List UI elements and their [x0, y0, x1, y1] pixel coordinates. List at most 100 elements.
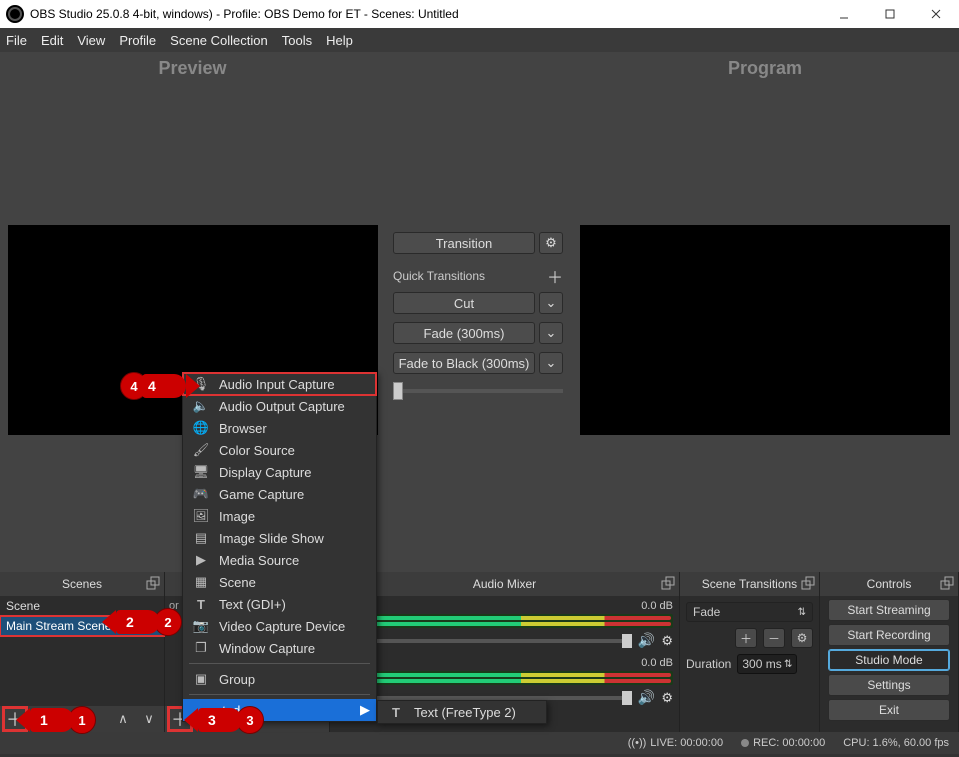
ctx-media-source[interactable]: ▶Media Source	[183, 549, 376, 571]
track-db-0: 0.0 dB	[641, 600, 673, 612]
brush-icon: 🖌	[193, 442, 209, 458]
start-streaming-button[interactable]: Start Streaming	[828, 599, 950, 621]
ctx-image-slide-show[interactable]: ▤Image Slide Show	[183, 527, 376, 549]
mixer-track-0: p Audio0.0 dB 🔊 ⚙	[330, 596, 679, 653]
pop-out-icon[interactable]	[801, 576, 815, 590]
program-pane[interactable]	[580, 225, 950, 435]
level-meter-icon	[338, 673, 671, 677]
studio-mode-button[interactable]: Studio Mode	[828, 649, 950, 671]
remove-transition-button[interactable]: －	[763, 628, 785, 648]
level-meter-icon	[338, 616, 671, 620]
ctx-game-capture[interactable]: 🎮Game Capture	[183, 483, 376, 505]
text-icon: T	[193, 597, 209, 612]
cut-dropdown-button[interactable]: ⌄	[539, 292, 563, 314]
quick-transitions-label: Quick Transitions	[393, 269, 485, 283]
track-db-1: 0.0 dB	[641, 657, 673, 669]
menu-view[interactable]: View	[77, 33, 105, 48]
gear-icon: ⚙	[545, 235, 557, 251]
program-column: Program	[571, 52, 959, 572]
level-meter-icon	[338, 679, 671, 683]
ctx-audio-input-capture[interactable]: 🎙Audio Input Capture	[183, 373, 376, 395]
window-title: OBS Studio 25.0.8 4-bit, windows) - Prof…	[30, 7, 459, 21]
titlebar: OBS Studio 25.0.8 4-bit, windows) - Prof…	[0, 0, 959, 28]
window-controls	[821, 0, 959, 28]
settings-button[interactable]: Settings	[828, 674, 950, 696]
slider-knob-icon	[622, 634, 632, 648]
rec-dot-icon	[741, 739, 749, 747]
speaker-icon[interactable]: 🔊	[638, 632, 655, 649]
ctx-image[interactable]: 🖼Image	[183, 505, 376, 527]
cut-button[interactable]: Cut	[393, 292, 535, 314]
scene-down-button[interactable]: ∨	[138, 708, 160, 730]
fade-dropdown-button[interactable]: ⌄	[539, 322, 563, 344]
monitor-icon: 🖥	[193, 464, 209, 480]
ctx-text-freetype[interactable]: TText (FreeType 2)	[378, 701, 546, 723]
app-logo-icon	[6, 5, 24, 23]
chevron-down-icon: ⌄	[546, 295, 557, 311]
image-icon: 🖼	[193, 508, 209, 524]
menu-edit[interactable]: Edit	[41, 33, 63, 48]
text-icon: T	[388, 705, 404, 720]
updown-icon: ⇅	[784, 659, 792, 670]
ctx-window-capture[interactable]: ❐Window Capture	[183, 637, 376, 659]
ctx-text-gdi[interactable]: TText (GDI+)	[183, 593, 376, 615]
ctx-audio-output-capture[interactable]: 🔈Audio Output Capture	[183, 395, 376, 417]
menu-file[interactable]: File	[6, 33, 27, 48]
main-area: Preview Transition ⚙ Quick Transitions ＋…	[0, 52, 959, 572]
pop-out-icon[interactable]	[940, 576, 954, 590]
transition-settings-button[interactable]: ⚙	[791, 628, 813, 648]
exit-button[interactable]: Exit	[828, 699, 950, 721]
annotation-marker-3: 3 3	[198, 706, 264, 734]
scene-transitions-dock: Scene Transitions Fade ⇅ ＋ － ⚙ Duration …	[680, 572, 820, 732]
menu-separator	[189, 694, 370, 695]
volume-slider-1[interactable]	[336, 696, 632, 700]
slider-track	[403, 389, 563, 393]
ctx-display-capture[interactable]: 🖥Display Capture	[183, 461, 376, 483]
ctx-group[interactable]: ▣Group	[183, 668, 376, 690]
window-maximize-button[interactable]	[867, 0, 913, 28]
menu-profile[interactable]: Profile	[119, 33, 156, 48]
scene-up-button[interactable]: ∧	[112, 708, 134, 730]
add-source-context-menu: 🎙Audio Input Capture 🔈Audio Output Captu…	[182, 372, 377, 722]
window-minimize-button[interactable]	[821, 0, 867, 28]
transition-column: Transition ⚙ Quick Transitions ＋ Cut ⌄ F…	[385, 52, 571, 572]
ctx-browser[interactable]: 🌐Browser	[183, 417, 376, 439]
start-recording-button[interactable]: Start Recording	[828, 624, 950, 646]
pop-out-icon[interactable]	[146, 576, 160, 590]
globe-icon: 🌐	[193, 420, 209, 436]
menu-tools[interactable]: Tools	[282, 33, 312, 48]
volume-slider-0[interactable]	[336, 639, 632, 643]
menu-help[interactable]: Help	[326, 33, 353, 48]
transition-settings-button[interactable]: ⚙	[539, 232, 563, 254]
window-close-button[interactable]	[913, 0, 959, 28]
menu-scene-collection[interactable]: Scene Collection	[170, 33, 268, 48]
controls-title: Controls	[867, 577, 912, 591]
ctx-scene[interactable]: ▦Scene	[183, 571, 376, 593]
fade-button[interactable]: Fade (300ms)	[393, 322, 535, 344]
statusbar: ((•))LIVE: 00:00:00 REC: 00:00:00 CPU: 1…	[0, 732, 959, 754]
program-label: Program	[728, 58, 802, 79]
gear-icon[interactable]: ⚙	[661, 633, 673, 649]
menubar: File Edit View Profile Scene Collection …	[0, 28, 959, 52]
transition-button[interactable]: Transition	[393, 232, 535, 254]
fade-black-dropdown-button[interactable]: ⌄	[539, 352, 563, 374]
gear-icon[interactable]: ⚙	[661, 690, 673, 706]
scene-icon: ▦	[193, 574, 209, 590]
transition-select-value: Fade	[693, 605, 720, 619]
group-icon: ▣	[193, 671, 209, 687]
add-transition-button[interactable]: ＋	[735, 628, 757, 648]
annotation-marker-2: 2 2	[116, 608, 182, 636]
duration-spinner[interactable]: 300 ms ⇅	[737, 654, 797, 674]
transition-select[interactable]: Fade ⇅	[686, 602, 813, 622]
ctx-video-capture-device[interactable]: 📷Video Capture Device	[183, 615, 376, 637]
annotation-marker-1: 1 1	[30, 706, 96, 734]
slider-thumb-icon	[393, 382, 403, 400]
fade-black-button[interactable]: Fade to Black (300ms)	[393, 352, 535, 374]
ctx-color-source[interactable]: 🖌Color Source	[183, 439, 376, 461]
speaker-icon[interactable]: 🔊	[638, 689, 655, 706]
add-quick-transition-button[interactable]: ＋	[547, 264, 563, 288]
pop-out-icon[interactable]	[661, 576, 675, 590]
preview-label: Preview	[158, 58, 226, 79]
updown-icon: ⇅	[798, 607, 806, 618]
transition-slider[interactable]	[393, 382, 563, 400]
